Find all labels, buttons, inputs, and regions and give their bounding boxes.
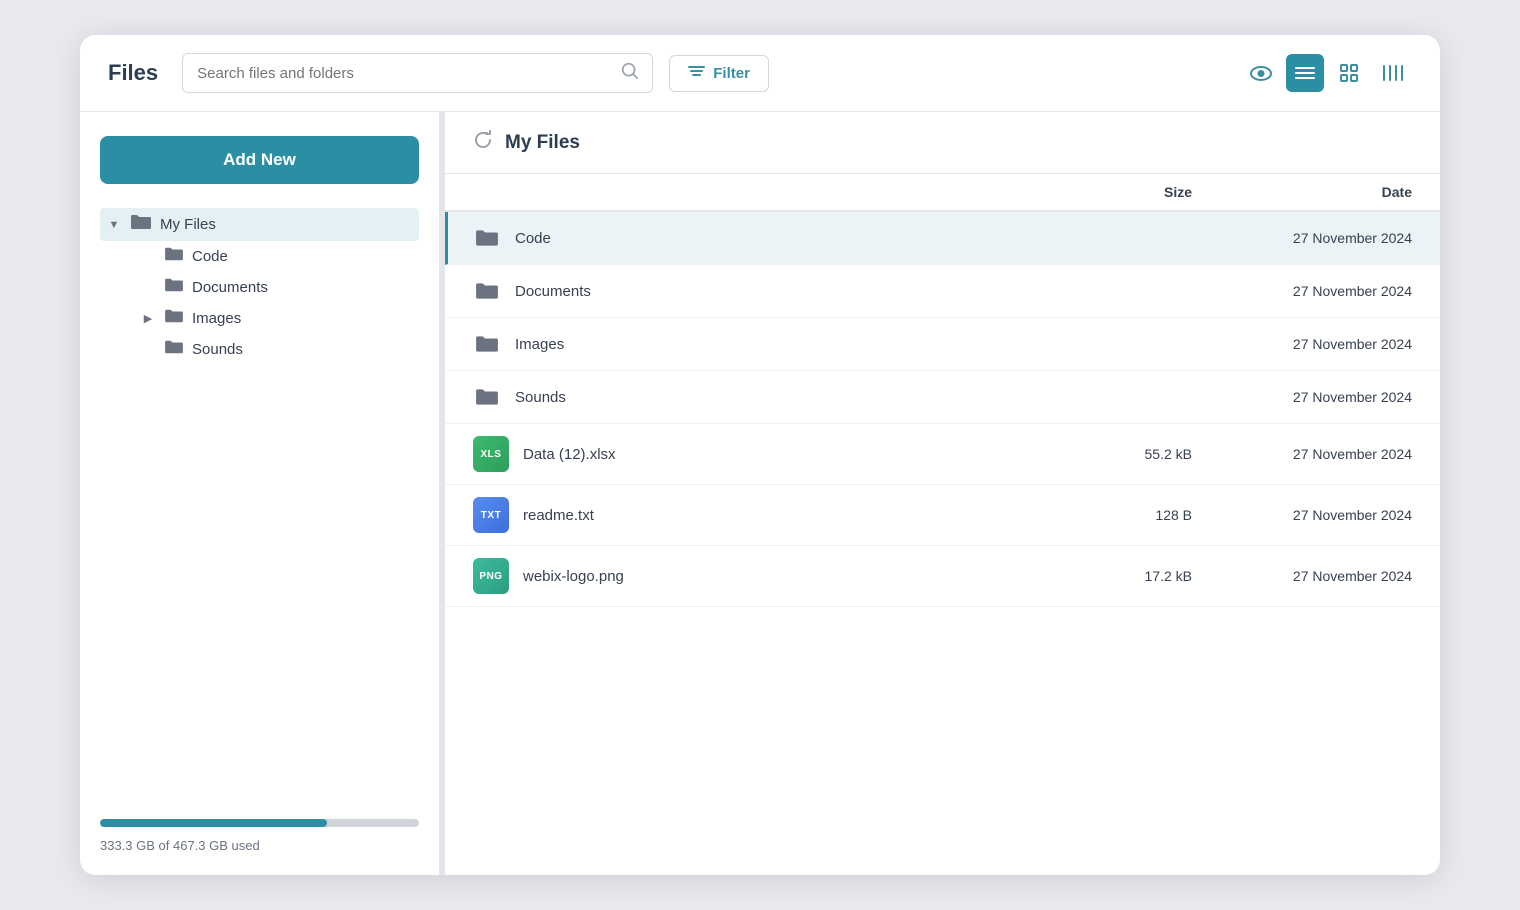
file-name: Code (515, 230, 551, 247)
main-header: My Files (445, 112, 1440, 174)
tree-item-sounds-label: Sounds (192, 341, 243, 358)
filter-button[interactable]: Filter (669, 55, 769, 92)
file-size: 128 B (1032, 507, 1192, 523)
page-title: Files (108, 60, 158, 86)
storage-section: 333.3 GB of 467.3 GB used (100, 799, 419, 855)
folder-icon (164, 308, 184, 329)
tree-item-images-label: Images (192, 310, 241, 327)
tree-item-code-label: Code (192, 248, 228, 265)
tree-item-myfiles[interactable]: ▼ My Files (100, 208, 419, 241)
file-name-cell: TXT readme.txt (473, 497, 1032, 533)
col-header-size: Size (1032, 184, 1192, 200)
file-badge-txt: TXT (473, 497, 509, 533)
chevron-placeholder (140, 282, 156, 294)
file-name-cell: Documents (473, 277, 1032, 305)
sidebar: Add New ▼ My Files (80, 112, 440, 875)
tree-item-code[interactable]: Code (136, 241, 419, 272)
tree-item-images[interactable]: ▶ Images (136, 303, 419, 334)
file-name: Sounds (515, 389, 566, 406)
file-date: 27 November 2024 (1192, 389, 1412, 405)
storage-bar-background (100, 819, 419, 827)
tree-item-myfiles-label: My Files (160, 216, 216, 233)
filter-icon (688, 64, 705, 83)
table-row[interactable]: TXT readme.txt 128 B 27 November 2024 (445, 485, 1440, 546)
chevron-down-icon: ▼ (106, 219, 122, 231)
file-size: 55.2 kB (1032, 446, 1192, 462)
folder-icon (473, 277, 501, 305)
main-content: My Files Size Date Co (445, 112, 1440, 875)
file-name: Data (12).xlsx (523, 446, 616, 463)
folder-icon (473, 383, 501, 411)
storage-bar-fill (100, 819, 327, 827)
tree-children: Code Documents ▶ (100, 241, 419, 365)
storage-label: 333.3 GB of 467.3 GB used (100, 838, 260, 853)
search-box[interactable] (182, 53, 653, 93)
table-header: Size Date (445, 174, 1440, 212)
chevron-placeholder (140, 251, 156, 263)
file-date: 27 November 2024 (1192, 446, 1412, 462)
add-new-button[interactable]: Add New (100, 136, 419, 184)
file-name: readme.txt (523, 507, 594, 524)
chevron-right-icon: ▶ (140, 312, 156, 325)
folder-icon (164, 339, 184, 360)
file-size: 17.2 kB (1032, 568, 1192, 584)
filter-label: Filter (713, 65, 750, 82)
grid-view-button[interactable] (1330, 54, 1368, 92)
file-name-cell: Code (473, 224, 1032, 252)
tree-item-documents[interactable]: Documents (136, 272, 419, 303)
file-name: Images (515, 336, 564, 353)
file-date: 27 November 2024 (1192, 336, 1412, 352)
body: Add New ▼ My Files (80, 112, 1440, 875)
search-input[interactable] (197, 65, 611, 82)
search-icon (621, 62, 638, 84)
table-row[interactable]: Images 27 November 2024 (445, 318, 1440, 371)
folder-icon (473, 224, 501, 252)
file-badge-png: PNG (473, 558, 509, 594)
header: Files Filter (80, 35, 1440, 112)
chevron-placeholder (140, 344, 156, 356)
refresh-icon[interactable] (473, 130, 493, 155)
table-row[interactable]: Documents 27 November 2024 (445, 265, 1440, 318)
file-date: 27 November 2024 (1192, 568, 1412, 584)
file-date: 27 November 2024 (1192, 283, 1412, 299)
view-controls (1242, 54, 1412, 92)
file-name-cell: XLS Data (12).xlsx (473, 436, 1032, 472)
file-table: Size Date Code 27 November 2024 (445, 174, 1440, 875)
file-name-cell: Images (473, 330, 1032, 358)
file-name-cell: Sounds (473, 383, 1032, 411)
col-header-date: Date (1192, 184, 1412, 200)
file-date: 27 November 2024 (1192, 230, 1412, 246)
file-tree: ▼ My Files (100, 208, 419, 799)
table-row[interactable]: Code 27 November 2024 (445, 212, 1440, 265)
folder-icon (164, 277, 184, 298)
table-row[interactable]: PNG webix-logo.png 17.2 kB 27 November 2… (445, 546, 1440, 607)
col-header-name (473, 184, 1032, 200)
folder-icon (473, 330, 501, 358)
folder-icon (164, 246, 184, 267)
main-title: My Files (505, 132, 580, 154)
file-name: webix-logo.png (523, 568, 624, 585)
columns-view-button[interactable] (1374, 54, 1412, 92)
tree-item-documents-label: Documents (192, 279, 268, 296)
app-container: Files Filter (80, 35, 1440, 875)
file-name: Documents (515, 283, 591, 300)
list-view-button[interactable] (1286, 54, 1324, 92)
folder-icon (130, 213, 152, 236)
preview-button[interactable] (1242, 54, 1280, 92)
table-row[interactable]: Sounds 27 November 2024 (445, 371, 1440, 424)
file-badge-xls: XLS (473, 436, 509, 472)
tree-item-sounds[interactable]: Sounds (136, 334, 419, 365)
table-row[interactable]: XLS Data (12).xlsx 55.2 kB 27 November 2… (445, 424, 1440, 485)
file-name-cell: PNG webix-logo.png (473, 558, 1032, 594)
file-date: 27 November 2024 (1192, 507, 1412, 523)
